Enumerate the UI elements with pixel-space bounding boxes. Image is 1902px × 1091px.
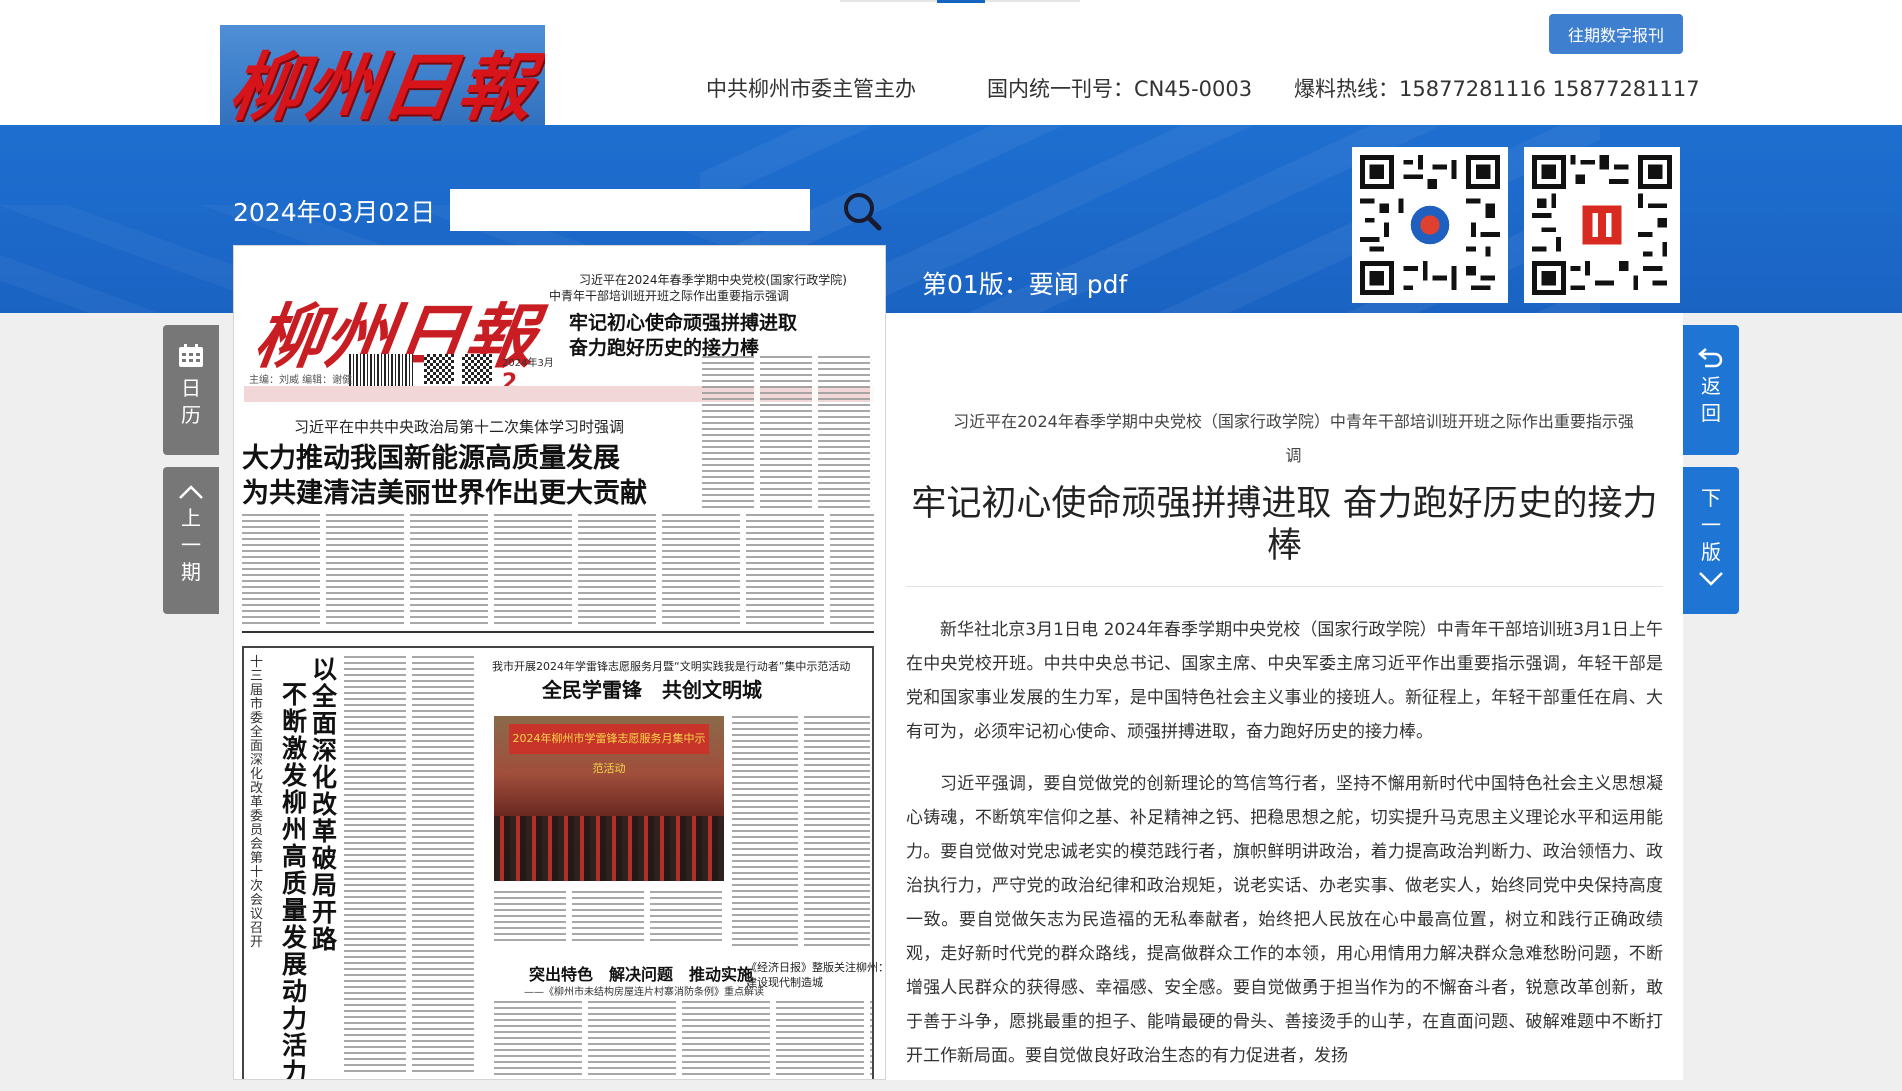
back-label-1: 返	[1701, 374, 1721, 398]
paper-story2-headline-1[interactable]: 大力推动我国新能源高质量发展	[242, 436, 620, 475]
article-paragraph: 新华社北京3月1日电 2024年春季学期中央党校（国家行政学院）中青年干部培训班…	[906, 620, 1663, 742]
prev-issue-label-2: 一	[181, 533, 201, 557]
paper-story4-kicker[interactable]: ——《柳州市未结构房屋连片村寨消防条例》重点解读	[524, 983, 764, 998]
page-heading[interactable]: 第01版：要闻 pdf	[922, 265, 1127, 301]
paper-column-text	[344, 656, 479, 1076]
paper-story3-headline-2[interactable]: 不断激发柳州高质量发展动力活力	[282, 681, 308, 1079]
back-button[interactable]: 返 回	[1683, 325, 1739, 455]
date-search-input[interactable]	[450, 189, 810, 231]
paper-story3-kicker[interactable]: 十三届市委全面深化改革委员会第十次会议召开	[250, 656, 268, 950]
qr-code-icon	[1532, 155, 1672, 295]
paper-qr-code	[424, 354, 454, 384]
paper-story5-headline[interactable]: 建设现代制造城	[746, 974, 823, 990]
paper-barcode	[349, 354, 413, 386]
prev-issue-label-1: 上	[181, 506, 201, 530]
prev-issue-label-3: 期	[181, 560, 201, 584]
article-divider	[906, 586, 1663, 587]
paper-issue-date: 2024年3月	[502, 358, 554, 369]
hotline-info: 爆料热线：15877281116 15877281117	[1294, 77, 1700, 101]
digital-archive-button[interactable]: 往期数字报刊	[1549, 14, 1683, 54]
photo-crowd	[494, 816, 724, 881]
paper-story2-headline-2[interactable]: 为共建清洁美丽世界作出更大贡献	[242, 471, 647, 510]
next-page-label-2: 一	[1701, 513, 1721, 537]
chevron-down-icon	[1699, 572, 1723, 586]
logo-text: 柳州日報	[223, 44, 540, 131]
calendar-label-1: 日	[181, 376, 201, 400]
article-title: 牢记初心使命顽强拼搏进取 奋力跑好历史的接力棒	[911, 484, 1658, 566]
search-button[interactable]	[840, 189, 884, 233]
paper-feature-headline[interactable]: 全民学雷锋 共创文明城	[542, 674, 762, 703]
paper-lead-kicker-2[interactable]: 中青年干部培训班开班之际作出重要指示强调	[549, 287, 789, 304]
qr-code-icon	[1360, 155, 1500, 295]
paper-divider	[242, 631, 874, 633]
paper-column-text	[494, 1001, 872, 1079]
paper-qr-code	[462, 354, 492, 384]
calendar-label-2: 历	[181, 403, 201, 427]
paper-lead-kicker-1[interactable]: 习近平在2024年春季学期中央党校(国家行政学院)	[579, 271, 847, 288]
back-label-2: 回	[1701, 401, 1721, 425]
paper-column-text	[732, 716, 872, 946]
paper-column-text	[242, 514, 874, 624]
return-arrow-icon	[1698, 348, 1723, 368]
previous-issue-button[interactable]: 上 一 期	[163, 467, 219, 614]
paper-column-text	[702, 356, 874, 508]
site-header: 柳州日報 往期数字报刊 中共柳州市委主管主办 国内统一刊号：CN45-0003 …	[0, 0, 1902, 137]
paper-lead-headline-1[interactable]: 牢记初心使命顽强拼搏进取	[569, 308, 797, 335]
calendar-button[interactable]: 日 历	[163, 325, 219, 455]
article-body: 新华社北京3月1日电 2024年春季学期中央党校（国家行政学院）中青年干部培训班…	[906, 613, 1663, 1091]
article-kicker: 习近平在2024年春季学期中央党校（国家行政学院）中青年干部培训班开班之际作出重…	[953, 412, 1634, 465]
magnifier-icon	[844, 193, 882, 231]
paper-feature-kicker[interactable]: 我市开展2024年学雷锋志愿服务月暨“文明实践我是行动者”集中示范活动	[492, 658, 850, 674]
next-page-label-3: 版	[1701, 540, 1721, 564]
paper-story3-headline-1[interactable]: 以全面深化改革破局开路	[312, 656, 338, 953]
paper-story4-headline[interactable]: 突出特色 解决问题 推动实施	[529, 961, 753, 985]
paper-story2-kicker[interactable]: 习近平在中共中央政治局第十二次集体学习时强调	[294, 416, 624, 437]
newspaper-page-image[interactable]: 柳州日報 2024年3月 2 主编：刘威 编辑：谢健 习近平在2024年春季学期…	[233, 245, 886, 1080]
next-page-button[interactable]: 下 一 版	[1683, 467, 1739, 614]
qr-code-app	[1352, 147, 1508, 303]
article-paragraph: 习近平强调，要自觉做党的创新理论的笃信笃行者，坚持不懈用新时代中国特色社会主义思…	[906, 774, 1663, 1066]
paper-story5-kicker[interactable]: 《经济日报》整版关注柳州：	[746, 959, 885, 975]
top-scroll-indicator	[937, 0, 985, 3]
sponsor-info: 中共柳州市委主管主办	[706, 77, 916, 101]
paper-editors: 主编：刘威 编辑：谢健	[249, 375, 353, 386]
site-logo[interactable]: 柳州日報	[220, 25, 545, 137]
photo-banner: 2024年柳州市学雷锋志愿服务月集中示范活动	[509, 724, 709, 775]
chevron-up-icon	[179, 485, 203, 499]
next-page-label-1: 下	[1701, 486, 1721, 510]
qr-code-wechat	[1524, 147, 1680, 303]
article-panel: 习近平在2024年春季学期中央党校（国家行政学院）中青年干部培训班开班之际作出重…	[886, 313, 1683, 1080]
calendar-icon	[179, 344, 203, 367]
issn-info: 国内统一刊号：CN45-0003	[987, 77, 1253, 101]
paper-feature-photo[interactable]: 2024年柳州市学雷锋志愿服务月集中示范活动	[494, 716, 724, 881]
paper-column-text	[494, 891, 724, 941]
current-date: 2024年03月02日	[233, 198, 436, 227]
